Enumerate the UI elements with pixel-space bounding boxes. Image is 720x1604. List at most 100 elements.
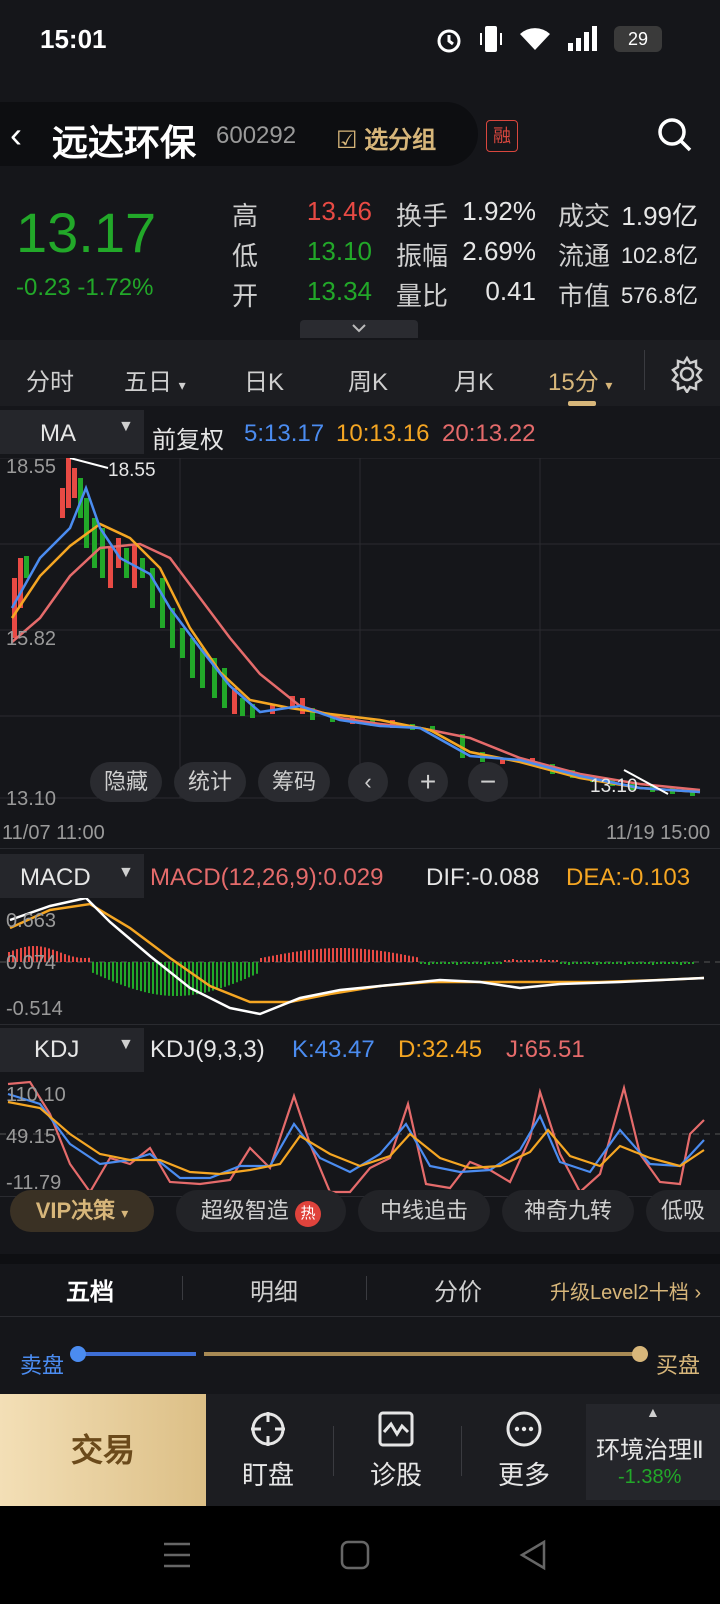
tab-price-split[interactable]: 分价 bbox=[434, 1272, 482, 1307]
fullscreen-icon[interactable] bbox=[590, 762, 630, 802]
macd-bar bbox=[168, 962, 170, 996]
chips-button[interactable]: 筹码 bbox=[258, 762, 330, 802]
candlestick bbox=[108, 548, 113, 588]
macd-bar bbox=[296, 951, 298, 962]
macd-bar bbox=[672, 962, 674, 964]
macd-bar bbox=[624, 962, 626, 965]
tab-details[interactable]: 明细 bbox=[250, 1272, 298, 1307]
volume-ratio-label: 量比 bbox=[396, 281, 449, 311]
low-value: 13.10 bbox=[306, 236, 372, 266]
macd-axis-mid: 0.074 bbox=[6, 952, 57, 974]
diagnose-button[interactable]: 诊股 bbox=[346, 1410, 446, 1492]
macd-bar bbox=[252, 962, 254, 976]
tag-magic-nine[interactable]: 神奇九转 bbox=[502, 1190, 634, 1232]
stats-button[interactable]: 统计 bbox=[174, 762, 246, 802]
macd-bar bbox=[244, 962, 246, 979]
macd-bar bbox=[344, 948, 346, 962]
macd-bar bbox=[220, 962, 222, 989]
crosshair-icon bbox=[251, 1412, 285, 1446]
macd-bar bbox=[392, 952, 394, 962]
back-nav-icon[interactable] bbox=[516, 1538, 550, 1572]
hide-button[interactable]: 隐藏 bbox=[90, 762, 162, 802]
candlestick bbox=[66, 458, 71, 508]
more-button[interactable]: 更多 bbox=[474, 1410, 574, 1492]
tab-monthly-k[interactable]: 月K bbox=[454, 362, 494, 397]
tab-five-day[interactable]: 五日 ▾ bbox=[124, 362, 186, 397]
watch-button[interactable]: 盯盘 bbox=[218, 1410, 318, 1492]
adjust-type[interactable]: 前复权 bbox=[152, 420, 224, 455]
tab-intraday[interactable]: 分时 bbox=[26, 362, 74, 397]
tab-weekly-k[interactable]: 周K bbox=[348, 362, 388, 397]
caret-down-icon: ▼ bbox=[118, 1036, 134, 1053]
tag-low-buy[interactable]: 低吸 bbox=[646, 1190, 720, 1232]
bar-divider bbox=[461, 1426, 462, 1476]
float-value: 102.8亿 bbox=[620, 243, 698, 268]
margin-badge: 融 bbox=[486, 120, 518, 152]
expand-quote-button[interactable] bbox=[300, 320, 418, 338]
caret-down-icon: ▾ bbox=[121, 1205, 129, 1221]
macd-bar bbox=[360, 948, 362, 962]
vip-decision-button[interactable]: VIP决策 ▾ bbox=[10, 1190, 154, 1232]
macd-bar bbox=[460, 962, 462, 964]
macd-bar bbox=[480, 962, 482, 964]
macd-bar bbox=[424, 962, 426, 964]
macd-bar bbox=[256, 962, 258, 974]
tab-15-min[interactable]: 15分 ▾ bbox=[548, 362, 612, 397]
macd-bar bbox=[292, 952, 294, 962]
tab-divider bbox=[644, 350, 645, 390]
tab-five-levels[interactable]: 五档 bbox=[66, 1272, 114, 1307]
macd-bar bbox=[508, 960, 510, 962]
tab-daily-k[interactable]: 日K bbox=[244, 362, 284, 397]
macd-bar bbox=[72, 956, 74, 962]
trade-button[interactable]: 交易 bbox=[0, 1394, 206, 1506]
zoom-in-icon[interactable]: + bbox=[408, 762, 448, 802]
gear-icon[interactable] bbox=[668, 355, 706, 393]
macd-bar bbox=[340, 948, 342, 962]
upgrade-level2-link[interactable]: 升级Level2十档 › bbox=[550, 1276, 701, 1305]
macd-bar bbox=[68, 955, 70, 962]
macd-bar bbox=[644, 962, 646, 964]
tab-divider bbox=[366, 1276, 367, 1300]
tag-mid-term[interactable]: 中线追击 bbox=[358, 1190, 490, 1232]
macd-bar bbox=[428, 962, 430, 965]
sell-strength-bar bbox=[76, 1352, 196, 1356]
caret-down-icon: ▾ bbox=[605, 377, 613, 393]
stock-name: 远达环保 bbox=[52, 122, 197, 163]
macd-bar bbox=[612, 962, 614, 964]
chevron-down-icon bbox=[352, 324, 366, 333]
divider bbox=[0, 848, 720, 849]
recent-apps-icon[interactable] bbox=[160, 1538, 194, 1572]
macd-bar bbox=[156, 962, 158, 995]
macd-bar bbox=[96, 962, 98, 975]
price-axis-low: 13.10 bbox=[6, 788, 57, 810]
macd-bar bbox=[324, 948, 326, 962]
time-axis-start: 11/07 11:00 bbox=[2, 822, 105, 844]
macd-bar bbox=[248, 962, 250, 978]
macd-bar bbox=[692, 962, 694, 964]
caret-down-icon: ▼ bbox=[118, 418, 134, 435]
tag-super-manufacture[interactable]: 超级智造 热 bbox=[176, 1190, 346, 1232]
chevron-left-icon[interactable]: ‹ bbox=[348, 762, 388, 802]
macd-bar bbox=[632, 962, 634, 964]
macd-chart bbox=[0, 898, 720, 1016]
macd-bar bbox=[520, 960, 522, 962]
macd-bar bbox=[528, 960, 530, 962]
macd-dea: DEA:-0.103 bbox=[566, 864, 691, 891]
search-icon[interactable] bbox=[656, 116, 694, 154]
sector-name: 环境治理Ⅱ bbox=[596, 1437, 704, 1464]
turnover-label: 换手 bbox=[396, 201, 449, 231]
kline-chart[interactable] bbox=[0, 458, 720, 804]
select-group-button[interactable]: ☑ 选分组 bbox=[336, 120, 436, 155]
back-icon[interactable]: ‹ bbox=[10, 114, 22, 156]
home-icon[interactable] bbox=[338, 1538, 372, 1572]
macd-bar bbox=[468, 962, 470, 964]
sell-side-label: 卖盘 bbox=[20, 1353, 65, 1378]
macd-bar bbox=[504, 960, 506, 962]
macd-bar bbox=[436, 962, 438, 964]
macd-bar bbox=[556, 960, 558, 962]
macd-bar bbox=[580, 962, 582, 964]
macd-bar bbox=[352, 948, 354, 962]
macd-bar bbox=[76, 957, 78, 962]
zoom-out-icon[interactable]: − bbox=[468, 762, 508, 802]
ma10-line bbox=[10, 522, 701, 794]
